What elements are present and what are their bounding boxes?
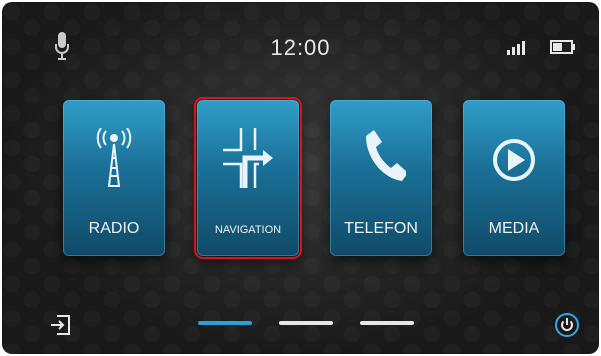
infotainment-screen: 12:00 RADIO NAVIGATION TELEFON MEDIA <box>2 2 599 354</box>
telefon-label: TELEFON <box>344 220 418 237</box>
radio-tile[interactable]: RADIO <box>63 100 165 256</box>
phone-handset-icon <box>366 130 406 181</box>
radio-label: RADIO <box>88 220 140 237</box>
media-label: MEDIA <box>488 220 540 237</box>
navigation-arrow-icon <box>223 128 273 188</box>
page-indicator-3[interactable] <box>360 321 414 325</box>
exit-icon[interactable] <box>49 314 71 336</box>
battery-icon <box>550 40 575 54</box>
power-icon[interactable] <box>555 313 579 337</box>
page-indicator-1[interactable] <box>198 321 252 325</box>
telefon-tile[interactable]: TELEFON <box>330 100 432 256</box>
status-bar: 12:00 <box>2 2 599 82</box>
navigation-tile[interactable]: NAVIGATION <box>194 97 302 259</box>
navigation-label: NAVIGATION <box>214 224 282 236</box>
radio-tower-icon <box>96 128 132 187</box>
signal-strength-icon <box>507 41 525 55</box>
page-indicator-2[interactable] <box>279 321 333 325</box>
play-circle-icon <box>493 139 535 181</box>
media-tile[interactable]: MEDIA <box>463 100 565 256</box>
